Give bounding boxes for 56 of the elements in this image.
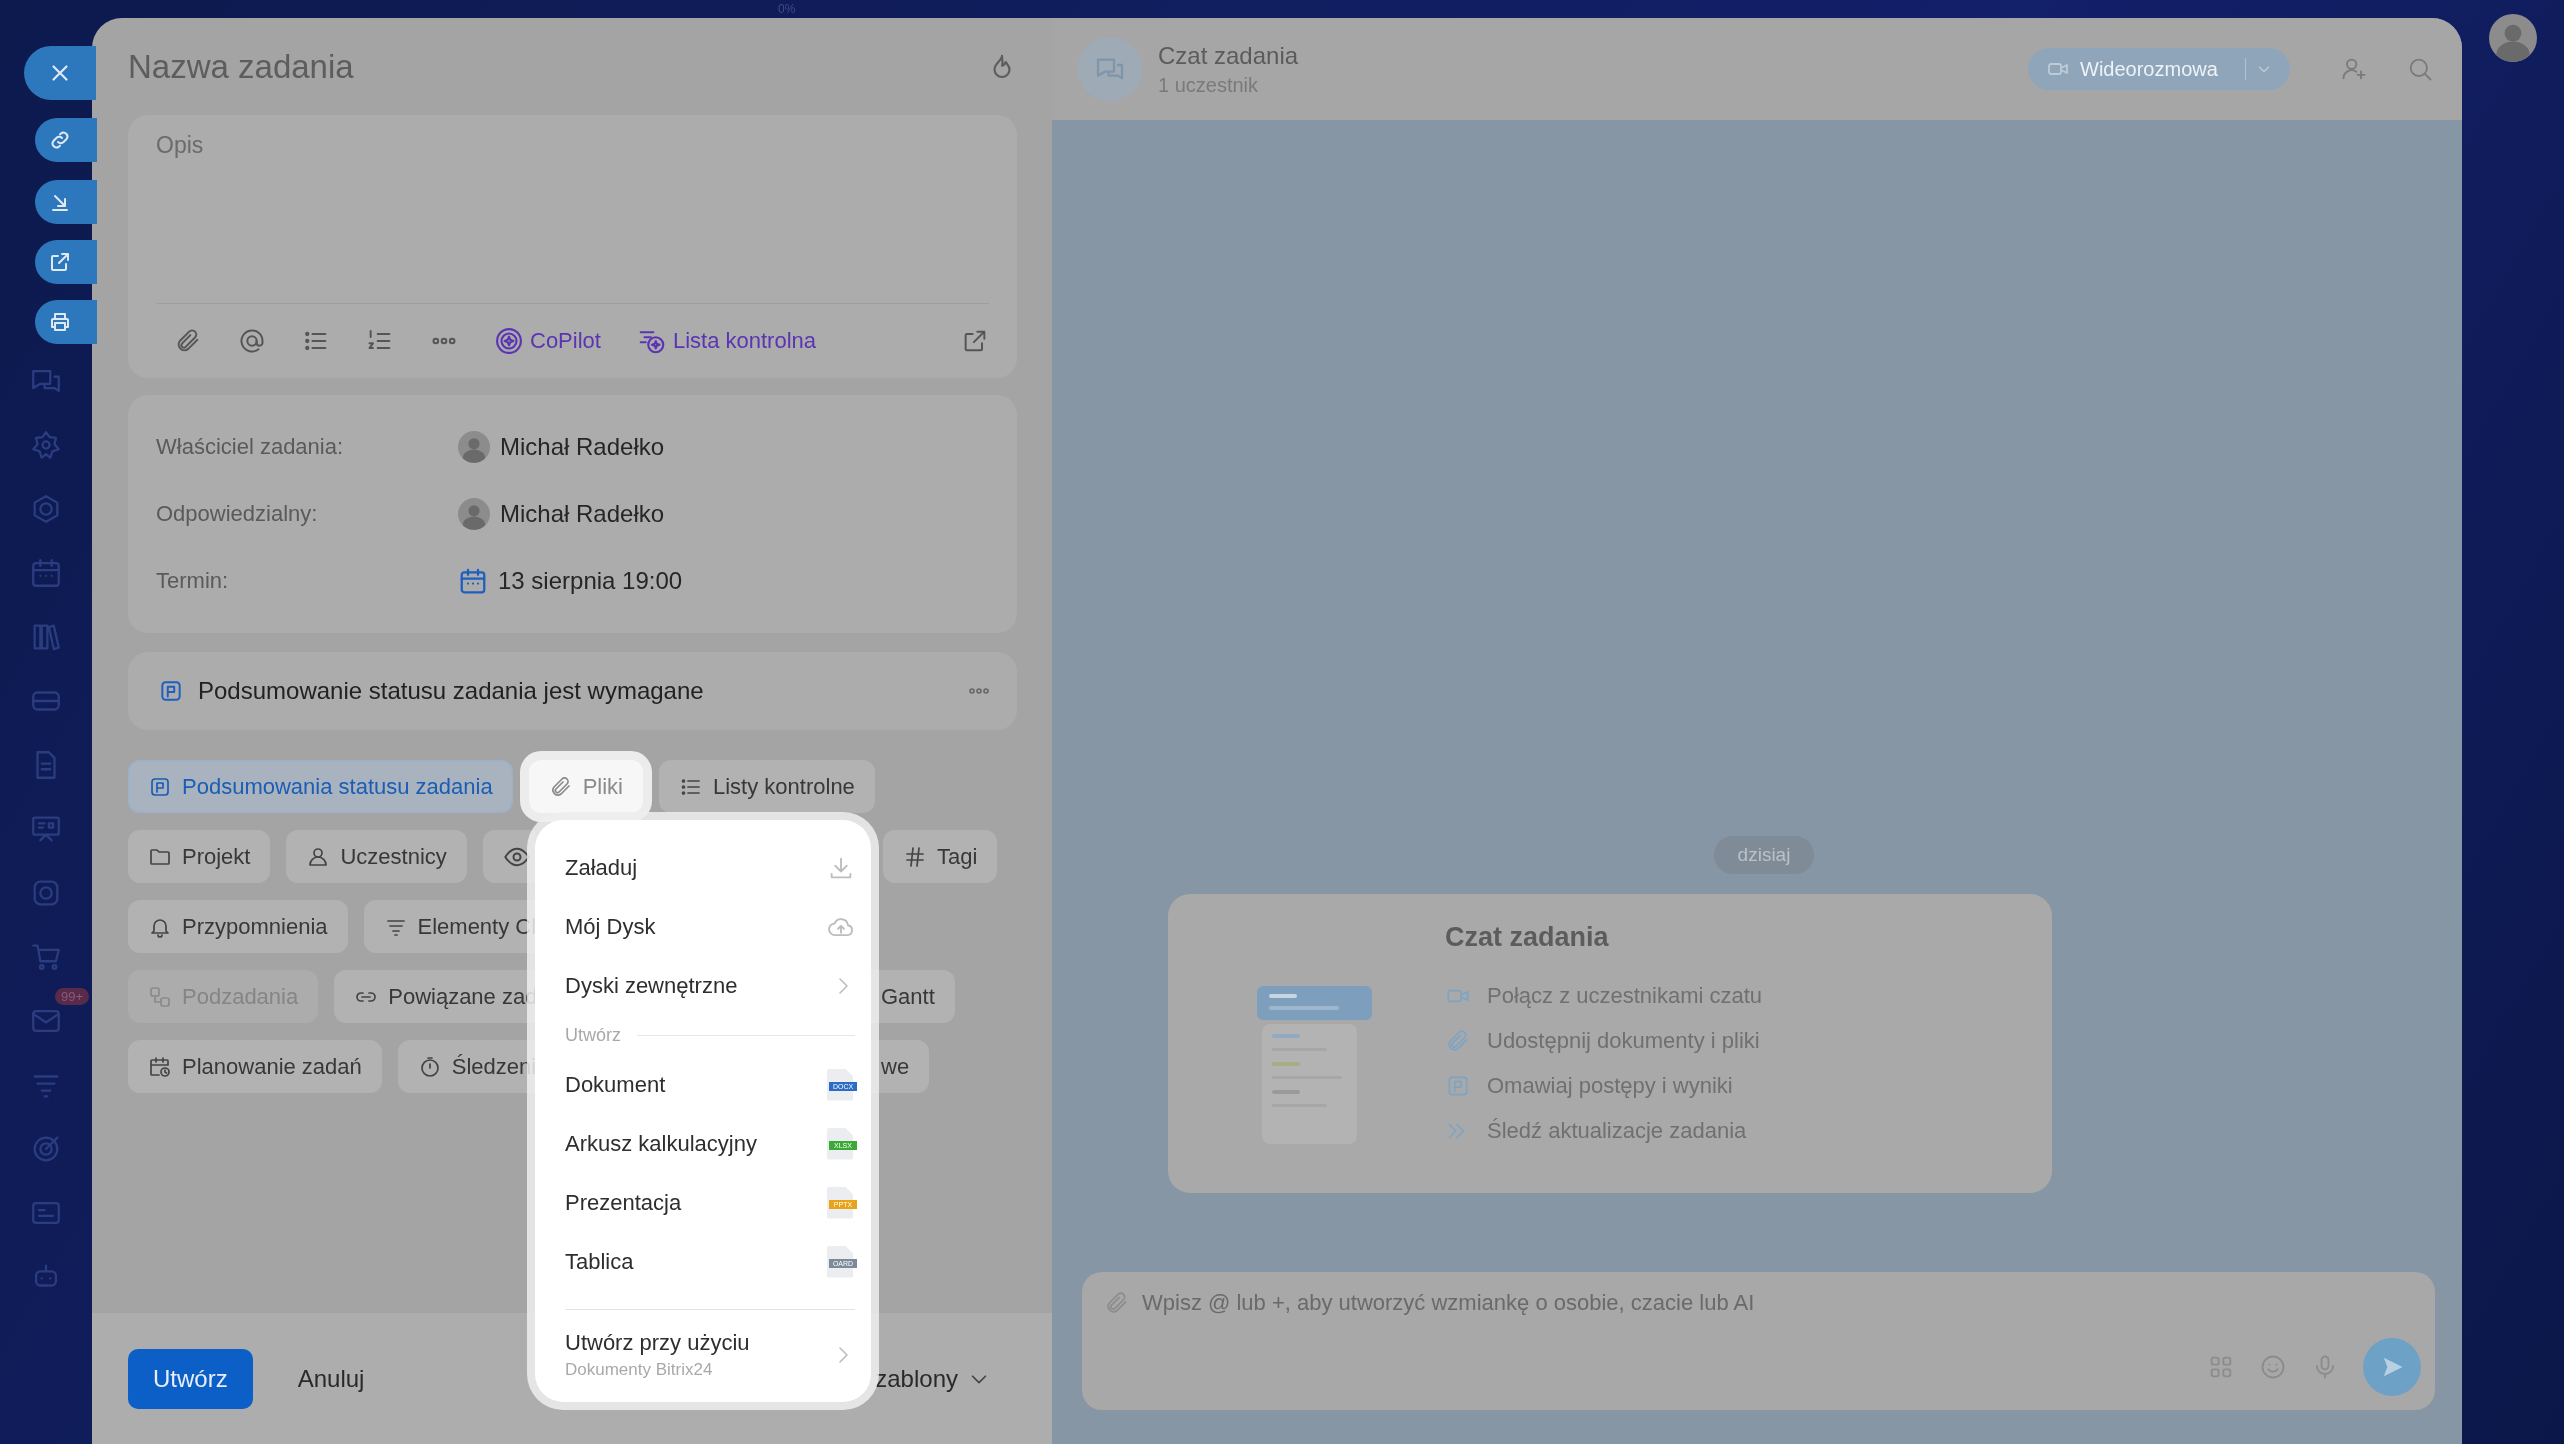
feature-text: Omawiaj postępy i wyniki	[1487, 1072, 1733, 1099]
menu-item[interactable]: Mój Dysk	[535, 897, 871, 956]
description-field[interactable]: Opis CoPilot Lista kontrolna	[128, 115, 1017, 378]
create-button[interactable]: Utwórz	[128, 1348, 253, 1409]
arrow-button[interactable]	[35, 180, 97, 224]
date-separator: dzisiaj	[1713, 836, 1815, 874]
card-title: Czat zadania	[1445, 922, 1610, 953]
hash-icon	[903, 844, 927, 869]
copy-link-button[interactable]	[35, 118, 97, 162]
avatar	[458, 431, 490, 464]
templates-dropdown[interactable]: zablony	[875, 1364, 990, 1393]
printer-icon	[48, 310, 72, 334]
checklist-button[interactable]: Lista kontrolna	[636, 326, 816, 356]
feature-text: Udostępnij dokumenty i pliki	[1487, 1027, 1760, 1054]
feature-text: Śledź aktualizacje zadania	[1487, 1117, 1747, 1144]
mention-icon[interactable]	[238, 327, 266, 355]
field-label: Właściciel zadania:	[156, 434, 345, 461]
tags-button[interactable]: Tagi	[883, 830, 998, 883]
planning-button[interactable]: Planowanie zadań	[128, 1040, 382, 1093]
project-button[interactable]: Projekt	[128, 830, 271, 883]
user-avatar[interactable]	[2489, 14, 2537, 62]
crm-button[interactable]: Elementy Cl	[363, 900, 535, 953]
spiral-icon	[494, 326, 524, 356]
open-window-button[interactable]	[35, 240, 97, 284]
participants-button[interactable]: Uczestnicy	[286, 830, 467, 883]
user-name[interactable]: Michał Radełko	[500, 500, 665, 528]
description-placeholder: Opis	[156, 132, 204, 159]
notice-text: Podsumowanie statusu zadania jest wymagane	[198, 677, 705, 705]
avatar	[458, 498, 490, 530]
calendar-icon[interactable]	[29, 556, 63, 590]
user-name[interactable]: Michał Radełko	[500, 433, 665, 462]
menu-item[interactable]: Załaduj	[535, 838, 871, 897]
cancel-button[interactable]: Anuluj	[297, 1364, 365, 1393]
reminders-button[interactable]: Przypomnienia	[128, 900, 348, 953]
section-heading: Utwórz	[565, 1024, 621, 1046]
star-icon[interactable]	[29, 428, 63, 462]
checklists-button[interactable]: Listy kontrolne	[659, 760, 875, 813]
link-icon	[48, 128, 72, 152]
chat-title: Czat zadania	[1158, 41, 1299, 70]
nodes-icon	[148, 984, 172, 1009]
emoji-icon[interactable]	[2259, 1353, 2287, 1381]
flag-icon	[158, 678, 184, 704]
deadline-value[interactable]: 13 sierpnia 19:00	[498, 566, 683, 595]
menu-item[interactable]: Utwórz przy użyciu Dokumenty Bitrix24	[535, 1322, 871, 1380]
menu-item[interactable]: Dyski zewnętrzne	[535, 956, 871, 1015]
calendar-icon	[148, 1054, 172, 1079]
feature-text: Połącz z uczestnikami czatu	[1487, 982, 1763, 1009]
print-button[interactable]	[35, 300, 97, 344]
external-link-icon	[48, 250, 72, 274]
copilot-button[interactable]: CoPilot	[494, 326, 601, 356]
tracking-button[interactable]: Śledzeni	[397, 1040, 535, 1093]
field-label: Termin:	[156, 567, 230, 594]
field-label: Odpowiedzialny:	[156, 501, 319, 527]
close-button[interactable]	[24, 46, 96, 100]
input-placeholder: Wpisz @ lub +, aby utworzyć wzmiankę o osobie, czacie lub AI	[1142, 1290, 1755, 1316]
summary-button[interactable]: Podsumowania statusu zadania	[128, 760, 513, 813]
